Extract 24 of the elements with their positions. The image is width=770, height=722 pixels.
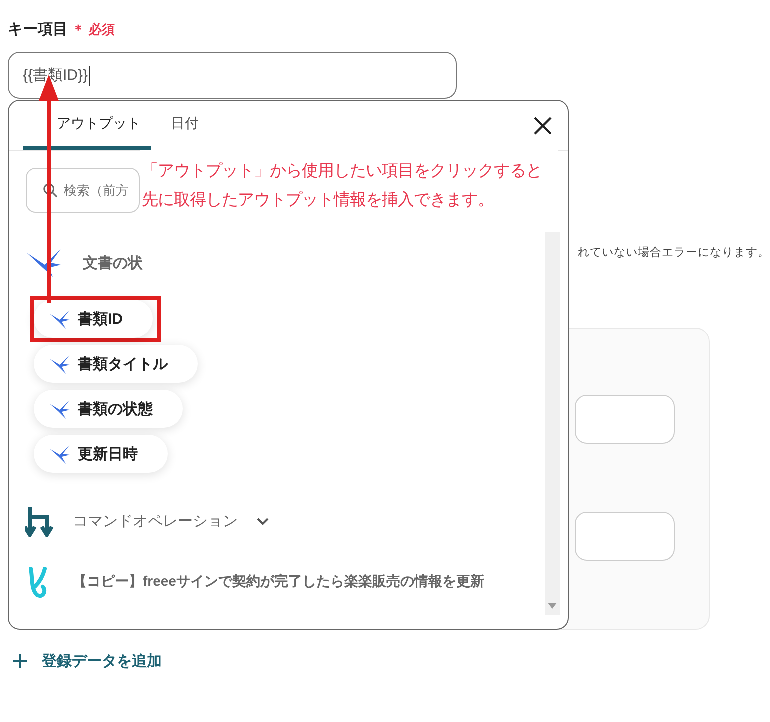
group-title: 文書の状 — [83, 254, 143, 272]
required-mark: ＊ — [72, 21, 85, 39]
close-button[interactable] — [532, 115, 554, 137]
output-item[interactable]: 更新日時 — [34, 435, 168, 473]
add-data-button[interactable]: 登録データを追加 — [8, 650, 166, 672]
search-icon — [43, 183, 58, 198]
scrollbar[interactable] — [545, 232, 560, 615]
input-field[interactable] — [575, 512, 675, 561]
group-row[interactable]: 【コピー】freeeサインで契約が完了したら楽楽販売の情報を更新 — [25, 562, 484, 602]
branch-icon — [25, 505, 55, 537]
field-label: キー項目 — [8, 20, 68, 39]
annotation-text: 先に取得したアウトプット情報を挿入できます。 — [142, 190, 494, 211]
annotation-text: 「アウトプット」から使用したい項目をクリックすると — [142, 160, 542, 182]
tab[interactable]: 日付 — [151, 101, 219, 150]
plus-icon — [12, 653, 28, 669]
group-row[interactable]: コマンドオペレーション — [25, 501, 270, 541]
input-field[interactable] — [575, 395, 675, 444]
output-item[interactable]: 書類ID — [34, 300, 153, 338]
input-field[interactable]: {{書類ID}} — [8, 52, 457, 99]
error-hint: れていない場合エラーになります。 — [578, 246, 770, 260]
required-label: 必須 — [89, 21, 115, 39]
output-item[interactable]: 書類の状態 — [34, 390, 183, 428]
output-item[interactable]: 書類タイトル — [34, 345, 198, 383]
scroll-down-icon[interactable] — [548, 603, 557, 609]
